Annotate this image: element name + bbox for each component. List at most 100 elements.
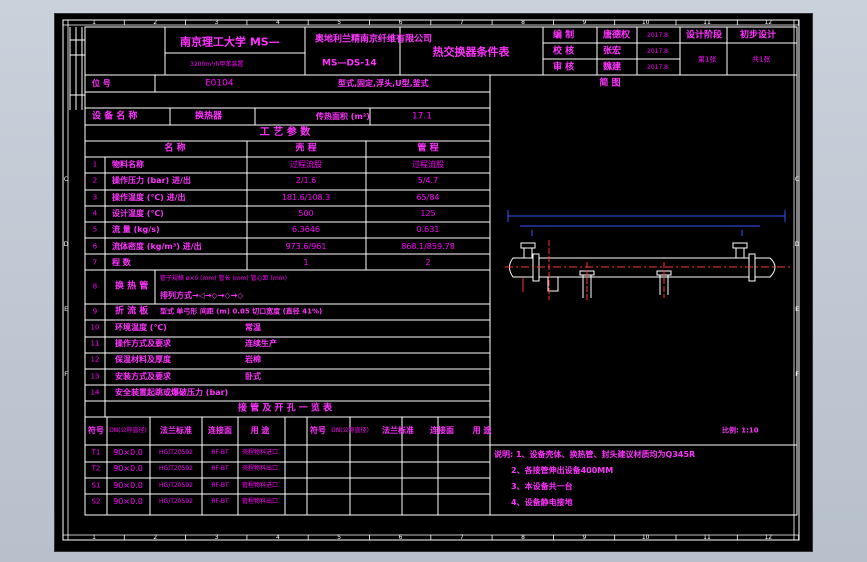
row-number: 6 bbox=[92, 242, 98, 250]
nozzle-header: 接 管 及 开 孔 一 览 表 bbox=[238, 403, 332, 414]
ruler-number: 9 bbox=[582, 534, 587, 541]
row-name: 环境温度 (℃) bbox=[115, 323, 167, 332]
col-tube: 管 程 bbox=[417, 143, 439, 154]
margin-letter: C bbox=[63, 176, 69, 183]
nozzle-use: 管程物料出口 bbox=[241, 497, 279, 505]
nozzle-col-header: 连接面 bbox=[208, 426, 232, 435]
margin-letter: E bbox=[64, 306, 68, 313]
nozzle-col-header: 法兰标准 bbox=[382, 426, 414, 435]
row-number: 10 bbox=[90, 323, 100, 332]
role-3: 审 核 bbox=[553, 62, 575, 73]
row9-name: 折 流 板 bbox=[115, 306, 149, 317]
row-value: 卧式 bbox=[245, 371, 261, 381]
date-1: 2017.8 bbox=[647, 32, 668, 39]
row9-no: 9 bbox=[92, 307, 98, 316]
tube-value: 2 bbox=[425, 257, 431, 267]
doc-title: 热交换器条件表 bbox=[432, 45, 510, 59]
stage-label: 设计阶段 bbox=[686, 30, 723, 41]
row-name: 操作方式及要求 bbox=[115, 339, 171, 349]
ruler-number: 7 bbox=[459, 19, 464, 26]
row-number: 2 bbox=[92, 176, 98, 185]
shell-value: 973.6/961 bbox=[285, 241, 327, 251]
nozzle-face: RF-BT bbox=[211, 449, 229, 456]
row-name: 物料名称 bbox=[112, 160, 144, 169]
note-line: 3、本设备共一台 bbox=[511, 482, 573, 491]
margin-letter: D bbox=[794, 241, 800, 248]
heat-exchanger-sketch bbox=[505, 210, 790, 300]
margin-letter: F bbox=[795, 371, 799, 378]
tube-value: 868.1/859.78 bbox=[401, 241, 455, 251]
nozzle-use: 壳程物料进口 bbox=[241, 449, 279, 456]
nozzle-use: 壳程物料出口 bbox=[241, 465, 279, 473]
role-2: 校 核 bbox=[553, 46, 575, 57]
row-value: 常温 bbox=[245, 323, 261, 332]
ruler-number: 5 bbox=[337, 19, 342, 26]
ruler-number: 3 bbox=[214, 19, 219, 26]
nozzle-face: RF-BT bbox=[211, 497, 229, 505]
ruler-number: 6 bbox=[398, 19, 403, 26]
tube-value: 0.631 bbox=[416, 225, 440, 235]
nozzle-face: RF-BT bbox=[211, 481, 229, 489]
shell-value: 181.6/108.3 bbox=[281, 192, 331, 202]
ruler-number: 11 bbox=[703, 19, 711, 26]
nozzle-col-header: 用 途 bbox=[472, 426, 492, 435]
name-3: 魏建 bbox=[603, 62, 622, 73]
shell-value: 过程流股 bbox=[290, 160, 322, 169]
ruler-number: 3 bbox=[214, 534, 219, 541]
shell-value: 2/1.6 bbox=[295, 176, 317, 186]
org-name: 南京理工大学 MS— bbox=[180, 35, 280, 49]
row-name: 保温材料及厚度 bbox=[115, 355, 171, 365]
row-name: 操作温度 (℃) 进/出 bbox=[112, 192, 186, 202]
row-number: 13 bbox=[90, 372, 100, 381]
stage-value: 初步设计 bbox=[740, 30, 777, 41]
row-number: 4 bbox=[92, 209, 98, 218]
margin-letter: F bbox=[64, 371, 68, 378]
nozzle-col-header: 符号 bbox=[310, 426, 326, 435]
ruler-number: 2 bbox=[153, 534, 158, 541]
project-name: 奥地利兰精南京纤维有限公司 bbox=[315, 34, 433, 45]
nozzle-size: 90×0.0 bbox=[113, 448, 143, 457]
tag-value: E0104 bbox=[205, 78, 234, 89]
row8-name: 换 热 管 bbox=[115, 281, 149, 292]
row-number: 14 bbox=[90, 388, 100, 397]
nozzle-col-header: 法兰标准 bbox=[160, 426, 192, 435]
name-2: 张宏 bbox=[603, 46, 622, 57]
row-number: 12 bbox=[90, 355, 100, 364]
tube-value: 过程流股 bbox=[412, 160, 444, 169]
drawing-no: MS—DS-14 bbox=[322, 58, 377, 69]
row-number: 7 bbox=[92, 258, 98, 267]
col-name: 名 称 bbox=[164, 143, 186, 154]
nozzle-symbol: T1 bbox=[91, 448, 101, 457]
ruler-number: 12 bbox=[764, 19, 773, 26]
row-number: 1 bbox=[92, 160, 98, 169]
ruler-number: 7 bbox=[459, 534, 464, 541]
row-value: 连续生产 bbox=[245, 339, 277, 349]
nozzle-standard: HG/T20592 bbox=[159, 497, 193, 505]
nozzle-standard: HG/T20592 bbox=[159, 481, 193, 489]
tag-label: 位 号 bbox=[92, 79, 111, 88]
row8-no: 8 bbox=[92, 282, 98, 291]
note-line: 2、各接管伸出设备400MM bbox=[511, 466, 614, 475]
nozzle-size: 90×0.0 bbox=[113, 480, 143, 490]
ruler-number: 1 bbox=[92, 19, 96, 26]
nozzle-face: RF-BT bbox=[211, 465, 229, 473]
ruler-number: 12 bbox=[764, 534, 773, 541]
ruler-number: 8 bbox=[521, 534, 526, 541]
row-name: 安装方式及要求 bbox=[115, 371, 171, 381]
margin-letter: E bbox=[795, 306, 799, 313]
col-shell: 壳 程 bbox=[295, 143, 317, 154]
nozzle-use: 管程物料进口 bbox=[241, 481, 279, 489]
sub-org: 3200m³/h甲苯装置 bbox=[190, 61, 244, 68]
equip-name-label: 设 备 名 称 bbox=[92, 111, 138, 122]
row8-spec: 管子规格 ø×δ (mm) 管长 (mm) 管心距 (mm) bbox=[160, 275, 287, 282]
ruler-number: 1 bbox=[92, 534, 96, 541]
date-3: 2017.8 bbox=[647, 64, 668, 71]
page-number: 第1张 bbox=[698, 55, 717, 64]
row-name: 设计温度 (℃) bbox=[112, 208, 164, 218]
row9-value: 型式 单弓形 间距 (m) 0.05 切口宽度 (直径 41%) bbox=[160, 307, 323, 316]
ruler-number: 9 bbox=[582, 19, 587, 26]
type-value: 型式,固定,浮头,U型,釜式 bbox=[338, 79, 429, 88]
nozzle-size: 90×0.0 bbox=[113, 464, 143, 474]
nozzle-symbol: S1 bbox=[91, 481, 101, 490]
name-1: 唐德权 bbox=[603, 30, 631, 41]
